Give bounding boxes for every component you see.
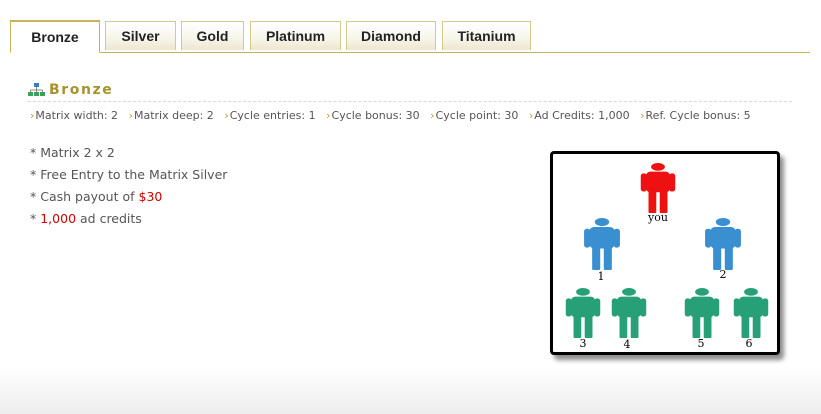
chevron-right-icon: › (224, 109, 229, 122)
section-title: Bronze (28, 82, 113, 98)
tier-tabs: Bronze Silver Gold Platinum Diamond Tita… (10, 20, 810, 53)
chevron-right-icon: › (326, 109, 331, 122)
stat-ref-cycle-bonus: ›Ref. Cycle bonus: 5 (640, 109, 751, 122)
chevron-right-icon: › (640, 109, 645, 122)
tab-titanium[interactable]: Titanium (442, 21, 531, 50)
matrix-diagram: you 1 2 3 4 5 6 (550, 151, 780, 355)
person-2 (705, 218, 741, 270)
stat-cycle-bonus: ›Cycle bonus: 30 (326, 109, 420, 122)
label-2: 2 (720, 268, 727, 281)
tab-bronze[interactable]: Bronze (10, 20, 100, 53)
payout-amount: $30 (138, 189, 163, 204)
feature-free-entry: * Free Entry to the Matrix Silver (30, 167, 228, 182)
chevron-right-icon: › (430, 109, 435, 122)
label-4: 4 (624, 338, 631, 351)
ad-credits-amount: 1,000 (40, 211, 77, 226)
stat-matrix-deep: ›Matrix deep: 2 (128, 109, 214, 122)
label-you: you (647, 211, 668, 224)
feature-list: * Matrix 2 x 2 * Free Entry to the Matri… (30, 145, 227, 233)
person-4 (611, 288, 647, 338)
label-3: 3 (580, 337, 587, 350)
divider (28, 101, 792, 102)
person-5 (684, 288, 720, 338)
label-1: 1 (598, 270, 605, 283)
stat-matrix-width: ›Matrix width: 2 (30, 109, 119, 122)
chevron-right-icon: › (30, 109, 35, 122)
chevron-right-icon: › (528, 109, 534, 122)
section-title-text: Bronze (49, 82, 114, 98)
stat-ad-credits: ›Ad Credits: 1,000 (528, 109, 630, 122)
tab-gold[interactable]: Gold (181, 21, 244, 50)
person-you (640, 163, 676, 213)
person-1 (584, 218, 620, 270)
feature-matrix-size: * Matrix 2 x 2 (30, 145, 115, 160)
feature-cash-payout: * Cash payout of $30 (30, 189, 163, 204)
person-6 (733, 288, 769, 338)
chevron-right-icon: › (128, 109, 133, 122)
matrix-stats: ›Matrix width: 2 ›Matrix deep: 2 ›Cycle … (30, 109, 758, 122)
tab-platinum[interactable]: Platinum (250, 21, 341, 50)
label-5: 5 (698, 337, 705, 350)
feature-ad-credits: * 1,000 ad credits (30, 211, 142, 226)
person-3 (565, 288, 601, 338)
label-6: 6 (746, 337, 753, 350)
matrix-diagram-svg: you 1 2 3 4 5 6 (565, 163, 769, 351)
tab-silver[interactable]: Silver (105, 21, 176, 50)
stat-cycle-entries: ›Cycle entries: 1 (224, 109, 316, 122)
stat-cycle-point: ›Cycle point: 30 (430, 109, 519, 122)
tab-diamond[interactable]: Diamond (346, 21, 436, 50)
org-chart-icon (28, 83, 45, 96)
